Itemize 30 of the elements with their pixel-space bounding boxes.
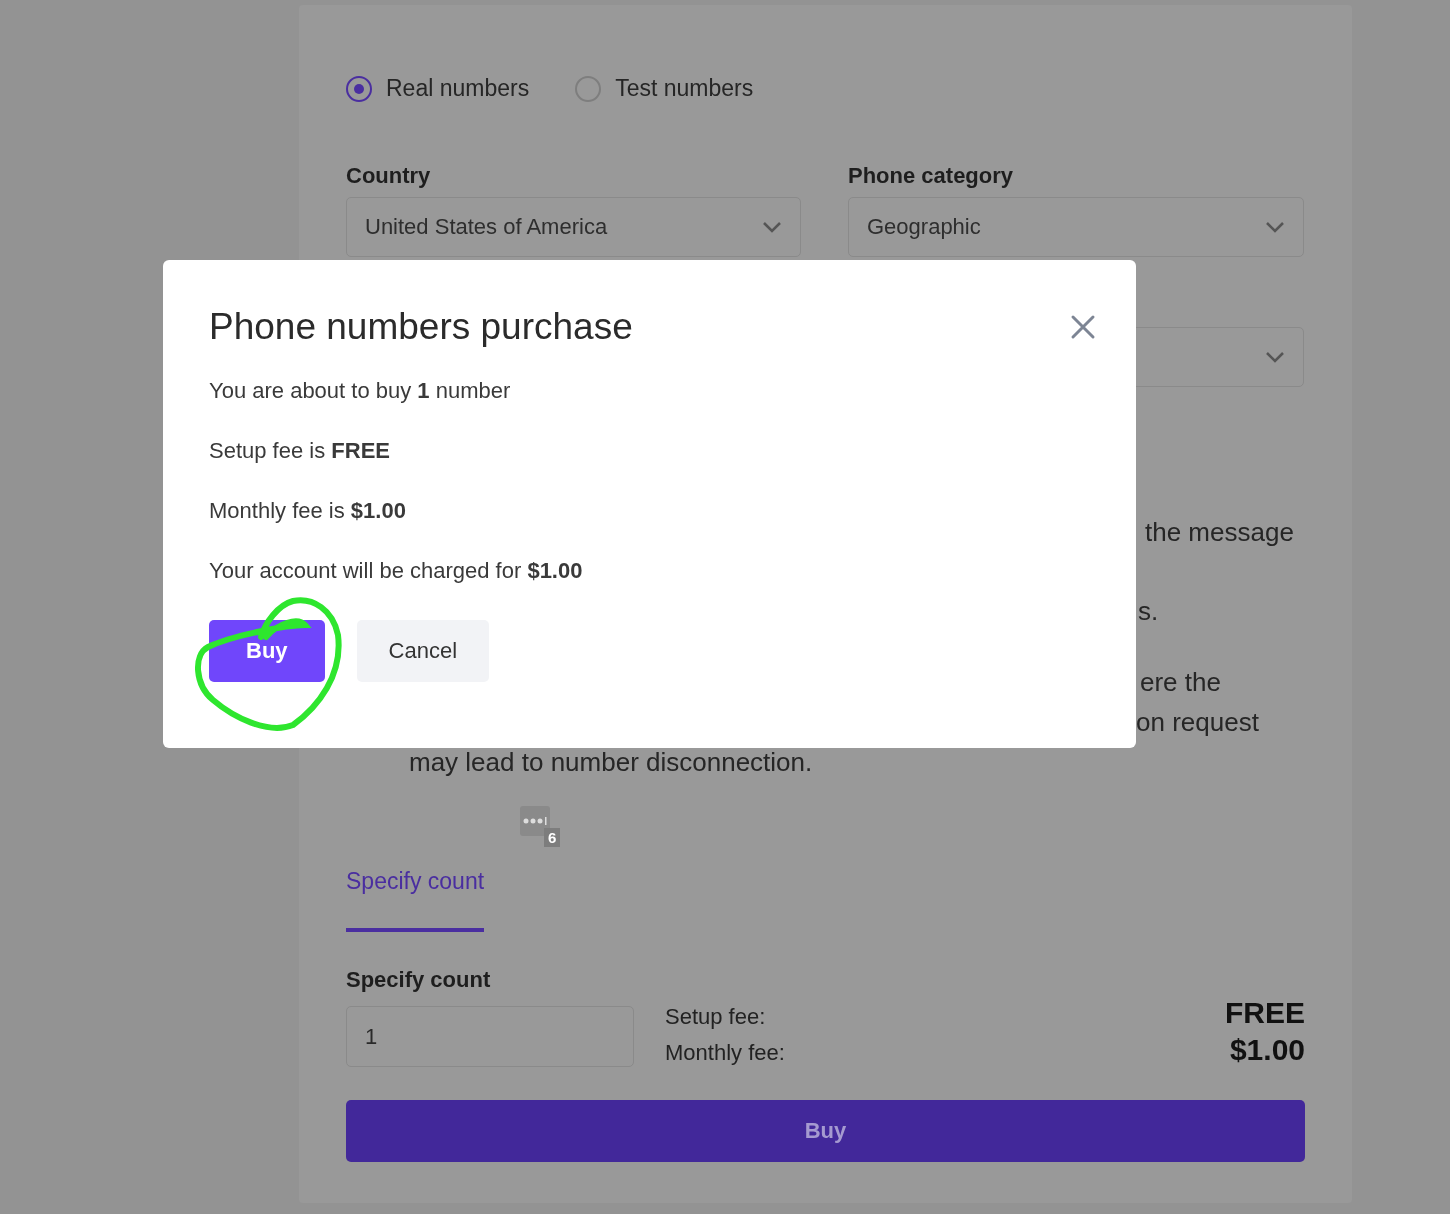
dialog-text: You are about to buy 1 number: [209, 378, 512, 405]
dialog-text: Your account will be charged for $1.00: [209, 558, 584, 585]
dialog-text: Setup fee is FREE: [209, 438, 391, 465]
fee-label: Setup fee:: [665, 1004, 767, 1030]
chevron-down-icon: [1265, 351, 1285, 363]
radio-option[interactable]: Real numbers: [346, 72, 530, 105]
fee-value: FREE: [1225, 995, 1305, 1031]
count-input[interactable]: 1: [346, 1006, 634, 1067]
field-label: Phone category: [848, 163, 1015, 190]
notice-text: may lead to number disconnection.: [409, 747, 814, 778]
fee-value: $1.00: [1228, 1032, 1305, 1068]
notice-text: the message: [1145, 517, 1295, 548]
notice-text: on request: [1136, 707, 1260, 738]
field-label: Specify count: [346, 967, 492, 994]
country-select[interactable]: United States of America: [346, 197, 801, 257]
notice-text: ere the: [1140, 667, 1222, 698]
cancel-button[interactable]: Cancel: [356, 620, 490, 682]
category-select[interactable]: Geographic: [848, 197, 1304, 257]
chevron-down-icon: [1265, 221, 1285, 233]
chevron-down-icon: [762, 221, 782, 233]
buy-button[interactable]: Buy: [346, 1100, 1305, 1162]
extension-icon[interactable]: [520, 806, 550, 836]
fee-label: Monthly fee:: [665, 1040, 786, 1066]
dialog-text: Monthly fee is $1.00: [209, 498, 407, 525]
tab[interactable]: Specify count: [346, 868, 485, 932]
dialog-title: Phone numbers purchase: [209, 306, 633, 348]
notice-text: s.: [1138, 596, 1160, 627]
count-badge: 6: [544, 828, 561, 847]
radio-option[interactable]: Test numbers: [575, 72, 754, 105]
field-label: Country: [346, 163, 432, 190]
